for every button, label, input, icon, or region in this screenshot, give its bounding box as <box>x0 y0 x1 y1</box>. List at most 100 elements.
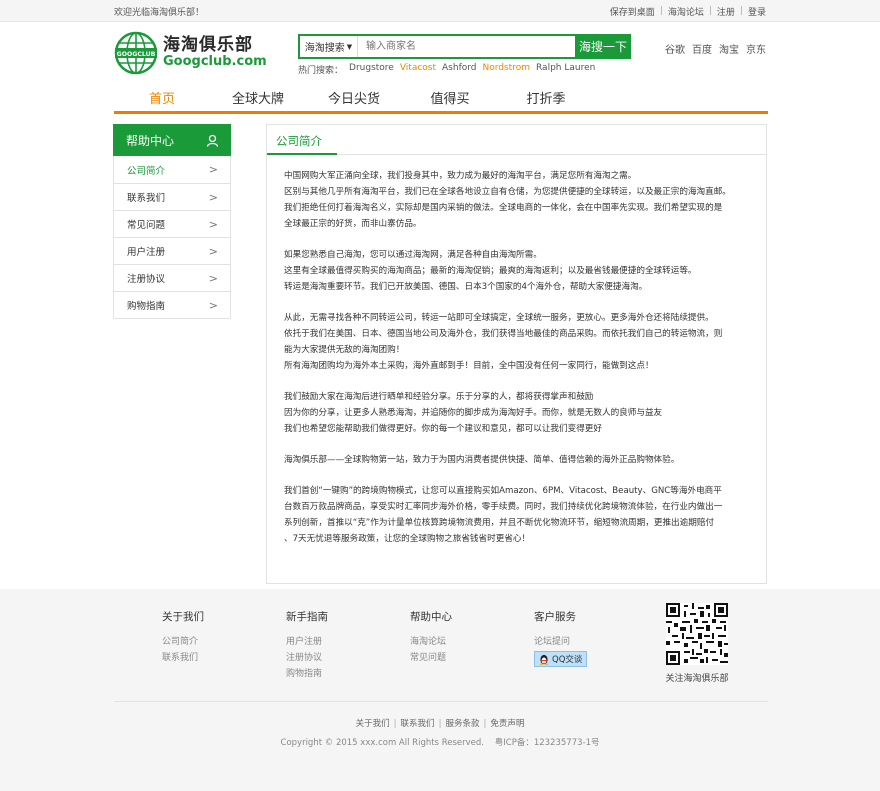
hot-search-label: 热门搜索： <box>298 66 344 76</box>
search-type-select[interactable]: 海淘搜索 ▼ <box>300 36 358 57</box>
hot-term[interactable]: Ralph Lauren <box>536 63 595 76</box>
sidebar-item-label: 注册协议 <box>127 274 166 285</box>
divider: | <box>708 6 712 16</box>
text-line: 转运是海淘重要环节。我们已开放美国、德国、日本3个国家的4个海外仓，帮助大家便捷… <box>284 282 648 292</box>
divider: | <box>659 6 663 16</box>
divider: | <box>438 719 442 729</box>
svg-text:GOOGCLUB: GOOGCLUB <box>117 51 156 58</box>
qq-chat-label: QQ交谈 <box>552 655 583 665</box>
nav-item-home[interactable]: 首页 <box>114 88 210 107</box>
nav-underline-bar <box>114 111 768 114</box>
nav-item-today-hot[interactable]: 今日尖货 <box>306 88 402 107</box>
footer-bottom-link[interactable]: 服务条款 <box>445 719 479 729</box>
text-line: 区别与其他几乎所有海淘平台，我们已在全球各地设立自有仓储，为您提供便捷的全球转运… <box>284 187 731 197</box>
hot-term[interactable]: Ashford <box>442 63 476 76</box>
footer-bottom-link[interactable]: 联系我们 <box>401 719 435 729</box>
text-line: 所有海淘团购均为海外本土采购，海外直邮到手！目前，全中国没有任何一家同行，能做到… <box>284 361 654 371</box>
search-input[interactable] <box>358 36 575 57</box>
paragraph: 我们鼓励大家在海淘后进行晒单和经验分享。乐于分享的人，都将获得掌声和鼓励 因为你… <box>284 389 754 437</box>
site-logo[interactable]: GOOGCLUB 海淘俱乐部 Googclub.com <box>114 31 267 75</box>
qq-penguin-icon <box>539 654 549 665</box>
engine-link[interactable]: 百度 <box>692 41 712 56</box>
copyright-text: Copyright © 2015 xxx.com All Rights Rese… <box>280 738 484 748</box>
engine-link[interactable]: 京东 <box>746 41 766 56</box>
footer-column-service: 客户服务 论坛提问 QQ交谈 <box>534 609 658 682</box>
search-button[interactable]: 海搜一下 <box>575 34 631 59</box>
icp-number: 粤ICP备：123235773-1号 <box>494 738 600 748</box>
nav-item-global-brands[interactable]: 全球大牌 <box>210 88 306 107</box>
footer-link[interactable]: 购物指南 <box>286 666 410 682</box>
login-link[interactable]: 登录 <box>748 5 766 18</box>
footer-columns: 关于我们 公司简介 联系我们 新手指南 用户注册 注册协议 购物指南 帮助中心 … <box>162 609 658 682</box>
divider: | <box>393 719 397 729</box>
nav-item-sale-season[interactable]: 打折季 <box>498 88 594 107</box>
text-line: 我们拒绝任何打着海淘名义，实际却是国内采销的做法。全球电商的一体化，会在中国率先… <box>284 203 723 213</box>
qq-chat-button[interactable]: QQ交谈 <box>534 651 588 667</box>
footer-bottom-link[interactable]: 免责声明 <box>490 719 524 729</box>
footer-link[interactable]: 公司简介 <box>162 634 286 650</box>
text-line: 全球最正宗的好货，而非山寨仿品。 <box>284 219 422 229</box>
divider: | <box>739 6 743 16</box>
text-line: 海淘俱乐部——全球购物第一站，致力于为国内消费者提供快捷、简单、值得信赖的海外正… <box>284 455 680 465</box>
save-to-desktop-link[interactable]: 保存到桌面 <box>610 5 655 18</box>
hot-term[interactable]: Drugstore <box>349 63 394 76</box>
sidebar-item-faq[interactable]: 常见问题 > <box>114 210 230 237</box>
logo-title: 海淘俱乐部 <box>163 35 253 56</box>
footer-link[interactable]: 注册协议 <box>286 650 410 666</box>
footer-link[interactable]: 海淘论坛 <box>410 634 534 650</box>
text-line: 依托于我们在美国、日本、德国当地公司及海外仓，我们获得当地最佳的商品采购。而依托… <box>284 329 723 339</box>
content-panel: 公司简介 中国网购大军正涌向全球，我们投身其中，致力成为最好的海淘平台，满足您所… <box>266 124 767 584</box>
sidebar-list: 公司简介 > 联系我们 > 常见问题 > 用户注册 > 注册协议 > 购物指南 … <box>113 156 231 319</box>
caret-down-icon: ▼ <box>346 42 353 51</box>
help-sidebar: 帮助中心 公司简介 > 联系我们 > 常见问题 > 用户注册 > 注册协议 > … <box>113 124 231 584</box>
text-line: 我们鼓励大家在海淘后进行晒单和经验分享。乐于分享的人，都将获得掌声和鼓励 <box>284 392 594 402</box>
sidebar-item-label: 联系我们 <box>127 193 166 204</box>
forum-link[interactable]: 海淘论坛 <box>668 5 704 18</box>
footer-column-title: 关于我们 <box>162 611 204 623</box>
hot-term[interactable]: Nordstrom <box>483 63 531 76</box>
engine-link[interactable]: 淘宝 <box>719 41 739 56</box>
text-line: 系列创新，首推以“克”作为计量单位核算跨境物流费用，并且不断优化物流环节，缩短物… <box>284 518 715 528</box>
sidebar-item-register[interactable]: 用户注册 > <box>114 237 230 264</box>
footer-link[interactable]: 论坛提问 <box>534 634 658 650</box>
content-header: 公司简介 <box>267 125 766 155</box>
text-line: 从此，无需寻找各种不同转运公司，转运一站即可全球搞定，全球统一服务，更放心。更多… <box>284 313 714 323</box>
footer-bottom-links: 关于我们 | 联系我们 | 服务条款 | 免责声明 <box>0 717 880 729</box>
main-area: 帮助中心 公司简介 > 联系我们 > 常见问题 > 用户注册 > 注册协议 > … <box>113 124 767 584</box>
footer-bottom-link[interactable]: 关于我们 <box>356 719 390 729</box>
register-link[interactable]: 注册 <box>717 5 735 18</box>
header: GOOGCLUB 海淘俱乐部 Googclub.com 海淘搜索 ▼ 海搜一下 … <box>114 22 766 82</box>
sidebar-item-label: 购物指南 <box>127 301 166 312</box>
sidebar-item-label: 常见问题 <box>127 220 166 231</box>
footer-column-help: 帮助中心 海淘论坛 常见问题 <box>410 609 534 682</box>
footer: 关于我们 公司简介 联系我们 新手指南 用户注册 注册协议 购物指南 帮助中心 … <box>0 589 880 791</box>
chevron-right-icon: > <box>208 298 218 312</box>
search-area: 海淘搜索 ▼ 海搜一下 热门搜索： Drugstore Vitacost Ash… <box>298 34 631 76</box>
paragraph: 我们首创“一键购”的跨境购物模式，让您可以直接购买如Amazon、6PM、Vit… <box>284 483 754 547</box>
title-underline <box>267 153 337 155</box>
sidebar-item-contact[interactable]: 联系我们 > <box>114 183 230 210</box>
user-icon <box>206 134 219 147</box>
footer-column-newbie: 新手指南 用户注册 注册协议 购物指南 <box>286 609 410 682</box>
sidebar-item-label: 公司简介 <box>127 165 166 177</box>
footer-link[interactable]: 常见问题 <box>410 650 534 666</box>
text-line: 因为你的分享，让更多人熟悉海淘，并追随你的脚步成为海淘好手。而你，就是无数人的良… <box>284 408 663 418</box>
text-line: 这里有全球最值得买购买的海淘商品；最新的海淘促销；最爽的海淘返利；以及最省钱最便… <box>284 266 697 276</box>
content-body: 中国网购大军正涌向全球，我们投身其中，致力成为最好的海淘平台，满足您所有海淘之需… <box>267 155 766 547</box>
text-line: 我们也希望您能帮助我们做得更好。你的每一个建议和意见，都可以让我们变得更好 <box>284 424 602 434</box>
paragraph: 中国网购大军正涌向全球，我们投身其中，致力成为最好的海淘平台，满足您所有海淘之需… <box>284 168 754 232</box>
sidebar-item-shopping-guide[interactable]: 购物指南 > <box>114 291 230 318</box>
top-bar: 欢迎光临海淘俱乐部！ 保存到桌面 | 海淘论坛 | 注册 | 登录 <box>0 0 880 22</box>
hot-term[interactable]: Vitacost <box>400 63 436 76</box>
sidebar-item-company-intro[interactable]: 公司简介 > <box>114 156 230 183</box>
sidebar-item-agreement[interactable]: 注册协议 > <box>114 264 230 291</box>
search-type-label: 海淘搜索 <box>304 43 345 54</box>
footer-column-about: 关于我们 公司简介 联系我们 <box>162 609 286 682</box>
nav-item-worth-buying[interactable]: 值得买 <box>402 88 498 107</box>
footer-link[interactable]: 联系我们 <box>162 650 286 666</box>
engine-link[interactable]: 谷歌 <box>665 41 685 56</box>
footer-column-title: 客户服务 <box>534 611 576 623</box>
footer-link[interactable]: 用户注册 <box>286 634 410 650</box>
divider: | <box>483 719 487 729</box>
text-line: 中国网购大军正涌向全球，我们投身其中，致力成为最好的海淘平台，满足您所有海淘之需… <box>284 171 637 181</box>
